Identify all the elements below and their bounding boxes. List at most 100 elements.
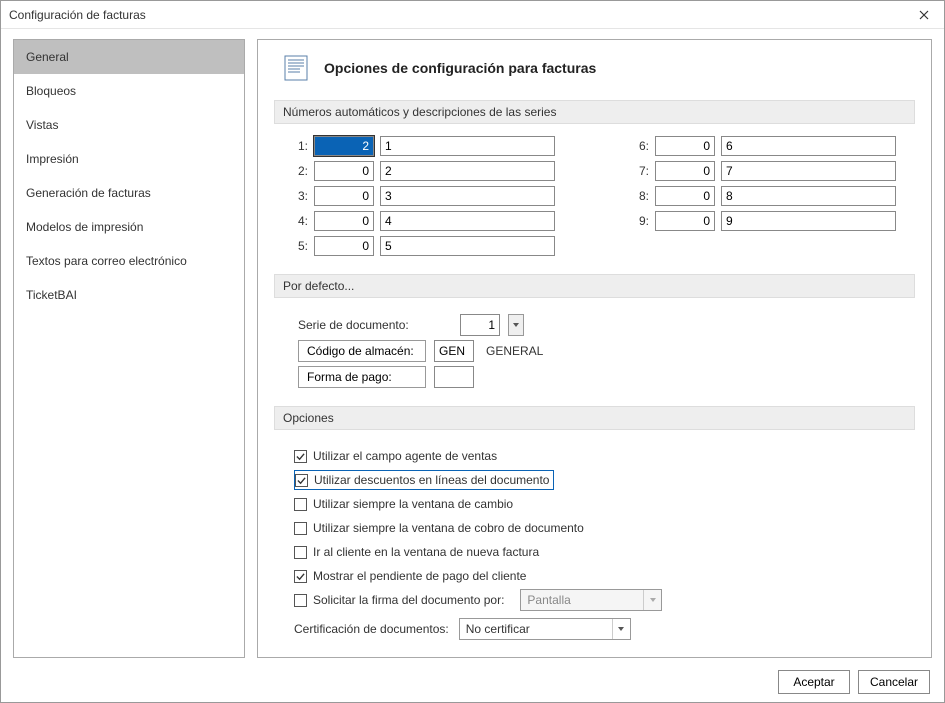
content-header: Opciones de configuración para facturas — [274, 54, 915, 82]
series-label: 1: — [294, 139, 308, 153]
def-row-almacen: Código de almacén: GENERAL — [298, 340, 907, 362]
series-row-2: 2: — [294, 161, 555, 181]
window-title: Configuración de facturas — [9, 8, 912, 22]
checkbox-icon[interactable] — [294, 594, 307, 607]
series-num-5[interactable] — [314, 236, 374, 256]
checkbox-icon[interactable] — [295, 474, 308, 487]
section-defaults-title: Por defecto... — [274, 274, 915, 298]
serie-dropdown[interactable] — [508, 314, 524, 336]
series-num-8[interactable] — [655, 186, 715, 206]
series-row-9: 9: — [635, 211, 896, 231]
sidebar-item-ticketbai[interactable]: TicketBAI — [14, 278, 244, 312]
sidebar-item-bloqueos[interactable]: Bloqueos — [14, 74, 244, 108]
series-desc-5[interactable] — [380, 236, 555, 256]
pago-button[interactable]: Forma de pago: — [298, 366, 426, 388]
checkbox-icon[interactable] — [294, 546, 307, 559]
titlebar: Configuración de facturas — [1, 1, 944, 29]
checkbox-icon[interactable] — [294, 450, 307, 463]
series-row-7: 7: — [635, 161, 896, 181]
series-col-left: 1: 2: 3: 4: — [294, 136, 555, 256]
opt-solicitar-firma[interactable]: Solicitar la firma del documento por: Pa… — [294, 590, 907, 610]
series-num-4[interactable] — [314, 211, 374, 231]
checkbox-icon[interactable] — [294, 498, 307, 511]
defaults-panel: Serie de documento: Código de almacén: G… — [274, 308, 915, 406]
cancel-button[interactable]: Cancelar — [858, 670, 930, 694]
opt-label: Utilizar el campo agente de ventas — [313, 449, 497, 463]
series-grid: 1: 2: 3: 4: — [274, 134, 915, 274]
series-desc-8[interactable] — [721, 186, 896, 206]
series-label: 8: — [635, 189, 649, 203]
opt-agente[interactable]: Utilizar el campo agente de ventas — [294, 446, 907, 466]
sidebar-item-generacion[interactable]: Generación de facturas — [14, 176, 244, 210]
series-label: 4: — [294, 214, 308, 228]
series-label: 9: — [635, 214, 649, 228]
footer: Aceptar Cancelar — [1, 662, 944, 702]
pago-code-input[interactable] — [434, 366, 474, 388]
ok-button[interactable]: Aceptar — [778, 670, 850, 694]
series-desc-7[interactable] — [721, 161, 896, 181]
opt-ir-cliente[interactable]: Ir al cliente en la ventana de nueva fac… — [294, 542, 907, 562]
serie-input[interactable] — [460, 314, 500, 336]
sidebar-item-vistas[interactable]: Vistas — [14, 108, 244, 142]
almacen-desc: GENERAL — [482, 344, 543, 358]
sidebar: General Bloqueos Vistas Impresión Genera… — [13, 39, 245, 658]
firma-select-value: Pantalla — [521, 593, 661, 607]
series-num-1[interactable] — [314, 136, 374, 156]
opt-descuentos[interactable]: Utilizar descuentos en líneas del docume… — [294, 470, 554, 490]
opt-label: Ir al cliente en la ventana de nueva fac… — [313, 545, 539, 559]
series-desc-9[interactable] — [721, 211, 896, 231]
series-desc-3[interactable] — [380, 186, 555, 206]
opt-ventana-cobro[interactable]: Utilizar siempre la ventana de cobro de … — [294, 518, 907, 538]
checkbox-icon[interactable] — [294, 570, 307, 583]
opt-label: Mostrar el pendiente de pago del cliente — [313, 569, 526, 583]
series-row-6: 6: — [635, 136, 896, 156]
cert-select[interactable]: No certificar — [459, 618, 631, 640]
series-label: 6: — [635, 139, 649, 153]
series-num-2[interactable] — [314, 161, 374, 181]
opt-mostrar-pendiente[interactable]: Mostrar el pendiente de pago del cliente — [294, 566, 907, 586]
series-label: 2: — [294, 164, 308, 178]
cert-select-value: No certificar — [460, 622, 630, 636]
series-num-7[interactable] — [655, 161, 715, 181]
cert-label: Certificación de documentos: — [294, 622, 449, 636]
series-label: 7: — [635, 164, 649, 178]
sidebar-item-modelos[interactable]: Modelos de impresión — [14, 210, 244, 244]
series-num-9[interactable] — [655, 211, 715, 231]
series-desc-2[interactable] — [380, 161, 555, 181]
chevron-down-icon — [643, 590, 661, 610]
series-row-4: 4: — [294, 211, 555, 231]
series-col-right: 6: 7: 8: 9: — [635, 136, 896, 256]
opt-label: Utilizar descuentos en líneas del docume… — [314, 473, 549, 487]
series-row-3: 3: — [294, 186, 555, 206]
series-row-1: 1: — [294, 136, 555, 156]
checkbox-icon[interactable] — [294, 522, 307, 535]
config-window: Configuración de facturas General Bloque… — [0, 0, 945, 703]
opt-ventana-cambio[interactable]: Utilizar siempre la ventana de cambio — [294, 494, 907, 514]
opt-label: Utilizar siempre la ventana de cobro de … — [313, 521, 584, 535]
series-desc-6[interactable] — [721, 136, 896, 156]
content-panel: Opciones de configuración para facturas … — [257, 39, 932, 658]
def-row-pago: Forma de pago: — [298, 366, 907, 388]
chevron-down-icon[interactable] — [612, 619, 630, 639]
series-num-3[interactable] — [314, 186, 374, 206]
opt-label: Solicitar la firma del documento por: — [313, 593, 504, 607]
sidebar-item-textos[interactable]: Textos para correo electrónico — [14, 244, 244, 278]
firma-select: Pantalla — [520, 589, 662, 611]
almacen-button[interactable]: Código de almacén: — [298, 340, 426, 362]
body: General Bloqueos Vistas Impresión Genera… — [1, 29, 944, 662]
series-label: 3: — [294, 189, 308, 203]
series-row-8: 8: — [635, 186, 896, 206]
series-num-6[interactable] — [655, 136, 715, 156]
series-desc-1[interactable] — [380, 136, 555, 156]
sidebar-item-impresion[interactable]: Impresión — [14, 142, 244, 176]
series-label: 5: — [294, 239, 308, 253]
serie-label: Serie de documento: — [298, 318, 452, 332]
series-desc-4[interactable] — [380, 211, 555, 231]
section-series-title: Números automáticos y descripciones de l… — [274, 100, 915, 124]
section-options-title: Opciones — [274, 406, 915, 430]
sidebar-item-general[interactable]: General — [14, 40, 244, 74]
almacen-code-input[interactable] — [434, 340, 474, 362]
options-panel: Utilizar el campo agente de ventas Utili… — [274, 440, 915, 646]
series-row-5: 5: — [294, 236, 555, 256]
close-icon[interactable] — [912, 3, 936, 27]
